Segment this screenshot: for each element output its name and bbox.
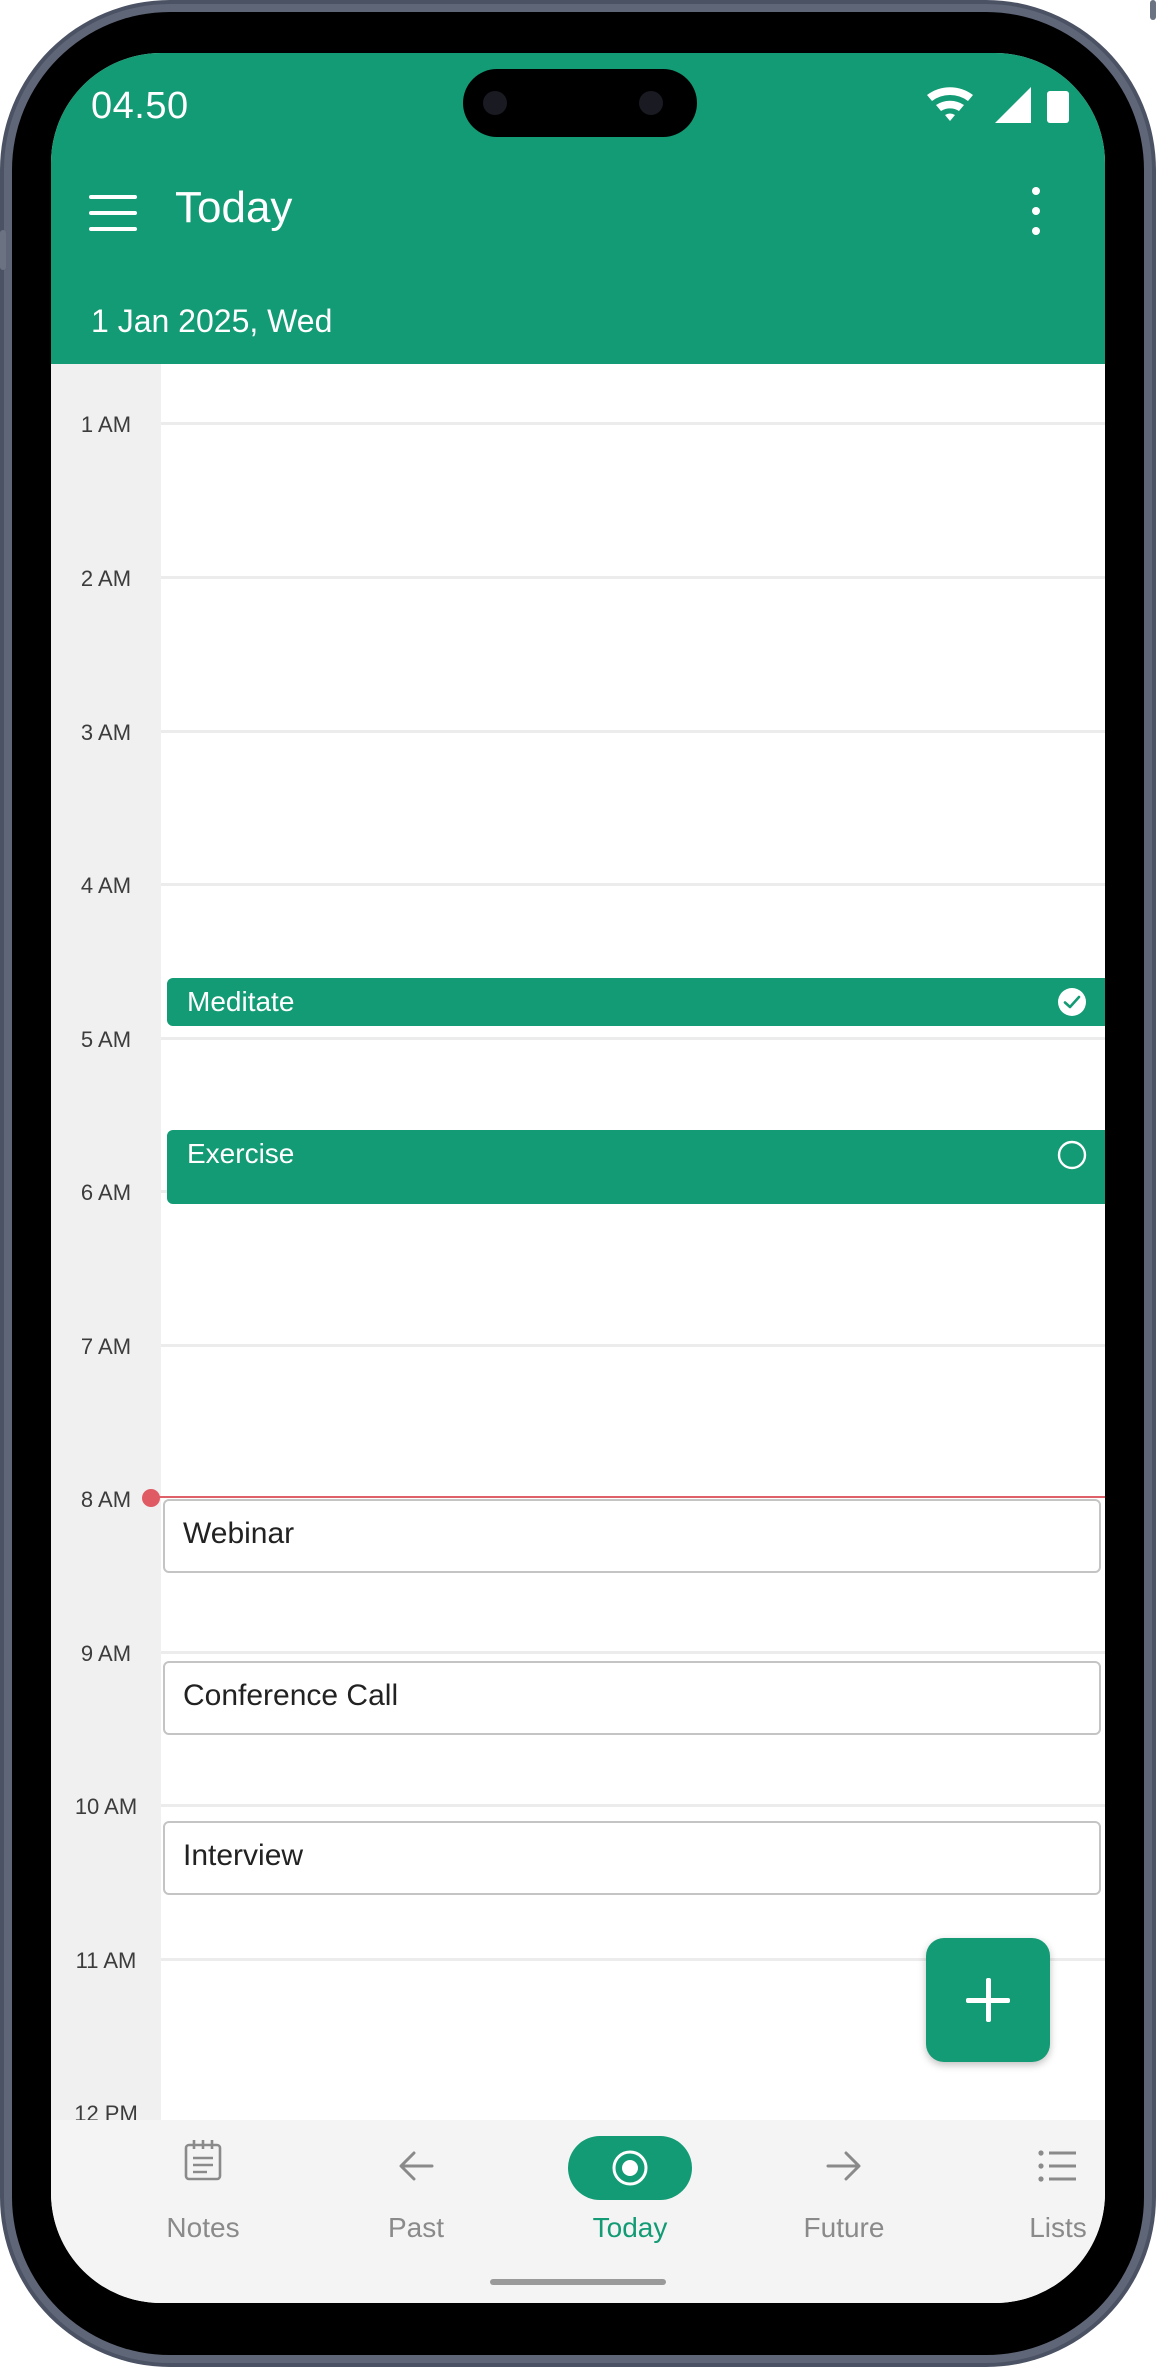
bottom-navigation: Notes Past Today Future Lists — [51, 2120, 1105, 2303]
hour-label: 10 AM — [74, 1794, 138, 1819]
hour-gridline — [161, 576, 1105, 579]
hour-label: 7 AM — [80, 1334, 132, 1359]
current-date: 1 Jan 2025, Wed — [91, 303, 333, 339]
hour-gridline — [161, 1344, 1105, 1347]
hour-gridline — [161, 1804, 1105, 1807]
hour-label: 6 AM — [80, 1180, 132, 1205]
hour-label: 11 AM — [75, 1948, 137, 1973]
unchecked-circle-icon[interactable] — [1057, 1140, 1087, 1170]
event-title: Exercise — [187, 1138, 295, 1169]
hour-label: 1 AM — [80, 412, 132, 437]
checked-circle-icon[interactable] — [1057, 987, 1087, 1017]
hour-gridline — [161, 1651, 1105, 1654]
phone-side-button — [1150, 0, 1156, 20]
hour-label: 3 AM — [80, 720, 132, 745]
current-time-dot — [142, 1489, 160, 1507]
home-indicator[interactable] — [490, 2279, 666, 2285]
battery-icon — [1047, 91, 1069, 123]
sensor-icon — [639, 91, 663, 115]
nav-label: Today — [592, 2212, 668, 2243]
event-title: Interview — [183, 1839, 304, 1872]
list-icon — [1038, 2150, 1076, 2182]
nav-label: Notes — [166, 2212, 240, 2243]
hour-label: 5 AM — [80, 1027, 132, 1052]
event-meditate[interactable]: Meditate — [167, 978, 1105, 1026]
nav-label: Past — [387, 2212, 445, 2243]
add-event-button[interactable] — [926, 1938, 1050, 2062]
notes-icon — [184, 2140, 222, 2181]
wifi-icon — [927, 87, 973, 121]
event-title: Meditate — [187, 986, 295, 1017]
cellular-signal-icon — [995, 87, 1031, 123]
hour-label: 4 AM — [80, 873, 132, 898]
arrow-left-icon — [399, 2151, 434, 2181]
hour-gridline — [161, 1037, 1105, 1040]
screen: 04.50 Today 1 Jan 2025, Wed 1 AM 2 AM 3 … — [51, 53, 1105, 2303]
nav-item-lists[interactable]: Lists — [953, 2120, 1105, 2270]
hour-gridline — [161, 730, 1105, 733]
nav-item-today[interactable]: Today — [525, 2120, 735, 2270]
app-bar: 04.50 Today 1 Jan 2025, Wed — [51, 53, 1105, 364]
hour-label: 2 AM — [80, 566, 132, 591]
nav-item-future[interactable]: Future — [739, 2120, 949, 2270]
event-webinar[interactable]: Webinar — [163, 1499, 1101, 1573]
event-title: Webinar — [183, 1517, 295, 1550]
nav-item-notes[interactable]: Notes — [98, 2120, 308, 2270]
dynamic-island — [463, 69, 697, 137]
phone-side-button — [0, 230, 6, 270]
nav-item-past[interactable]: Past — [311, 2120, 521, 2270]
page-title: Today — [175, 183, 293, 232]
hour-gridline — [161, 883, 1105, 886]
hour-gridline — [161, 422, 1105, 425]
event-exercise[interactable]: Exercise — [167, 1130, 1105, 1204]
arrow-right-icon — [826, 2151, 861, 2181]
hamburger-menu-icon[interactable] — [89, 193, 137, 233]
event-interview[interactable]: Interview — [163, 1821, 1101, 1895]
status-icons — [925, 81, 1075, 132]
more-options-icon[interactable] — [1029, 187, 1043, 235]
nav-label: Lists — [1029, 2212, 1087, 2243]
nav-label: Future — [803, 2212, 885, 2243]
target-icon — [612, 2150, 648, 2186]
hour-label: 9 AM — [80, 1641, 132, 1666]
event-title: Conference Call — [183, 1679, 399, 1712]
hour-gutter — [51, 364, 161, 2124]
status-time: 04.50 — [91, 85, 189, 127]
event-conference-call[interactable]: Conference Call — [163, 1661, 1101, 1735]
camera-icon — [483, 91, 507, 115]
current-time-line — [151, 1496, 1105, 1498]
